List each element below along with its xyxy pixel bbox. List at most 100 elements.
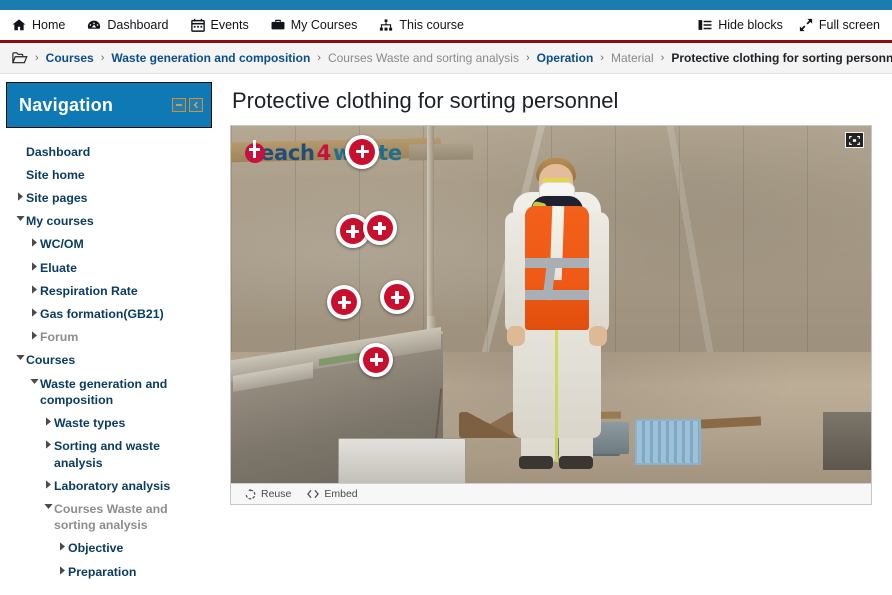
- sitemap-icon: [379, 18, 393, 32]
- breadcrumb-separator: ›: [100, 52, 105, 64]
- breadcrumb-item-courses[interactable]: Courses: [46, 51, 94, 65]
- hide-blocks-label: Hide blocks: [718, 17, 783, 32]
- nav-item-events[interactable]: Events: [190, 18, 249, 32]
- nav-tree-item[interactable]: Waste generation and composition: [6, 372, 212, 411]
- expand-arrows-icon: [799, 18, 813, 32]
- nav-tree-item[interactable]: Laboratory analysis: [6, 474, 212, 497]
- chevron-right-icon[interactable]: [28, 329, 40, 340]
- chevron-right-icon[interactable]: [28, 236, 40, 247]
- h5p-action-bar: Reuse Embed: [231, 483, 871, 504]
- nav-tree-item-label: Courses: [26, 353, 76, 368]
- full-screen-button[interactable]: Full screen: [799, 18, 880, 32]
- nav-tree-item[interactable]: WC/OM: [6, 233, 212, 256]
- chevron-right-icon[interactable]: [14, 190, 26, 201]
- embed-label: Embed: [324, 488, 358, 500]
- main-navbar: Home Dashboard Events My Courses This co: [0, 10, 892, 43]
- minus-box-icon[interactable]: [172, 98, 186, 112]
- nav-tree-item-label: Site home: [26, 167, 85, 182]
- breadcrumb-item-waste-generation[interactable]: Waste generation and composition: [111, 51, 310, 65]
- chevron-down-icon[interactable]: [14, 213, 26, 222]
- h5p-stage[interactable]: each 4 waste: [231, 126, 871, 483]
- reuse-label: Reuse: [261, 488, 292, 500]
- breadcrumb-separator: ›: [660, 52, 665, 64]
- chevron-down-icon[interactable]: [42, 501, 54, 510]
- chevron-right-icon[interactable]: [56, 564, 68, 575]
- nav-tree-item-label: Forum: [40, 330, 79, 345]
- nav-item-my-courses[interactable]: My Courses: [271, 17, 358, 32]
- chevron-down-icon[interactable]: [14, 352, 26, 361]
- nav-tree-item-label: Eluate: [40, 260, 77, 275]
- breadcrumb-separator: ›: [525, 52, 530, 64]
- calendar-icon: [190, 18, 205, 32]
- plus-icon: [384, 284, 411, 311]
- nav-tree-item-label: Courses Waste and sorting analysis: [54, 502, 168, 533]
- hide-blocks-icon: [698, 18, 712, 32]
- nav-item-this-course[interactable]: This course: [379, 18, 464, 32]
- nav-tree-item[interactable]: Courses Waste and sorting analysis: [6, 498, 212, 537]
- chevron-right-icon[interactable]: [42, 415, 54, 426]
- person-hand-right: [589, 326, 607, 346]
- nav-tree-item-label: Gas formation(GB21): [40, 307, 164, 322]
- chevron-right-icon[interactable]: [42, 478, 54, 489]
- full-screen-label: Full screen: [818, 17, 880, 32]
- person-boot-left: [519, 456, 553, 469]
- nav-tree-item[interactable]: Gas formation(GB21): [6, 303, 212, 326]
- folder-icon: [12, 51, 28, 65]
- navigation-block-header: Navigation: [7, 83, 211, 127]
- nav-tree-item[interactable]: Respiration Rate: [6, 279, 212, 302]
- plus-icon: [349, 138, 376, 165]
- chevron-right-icon[interactable]: [42, 438, 54, 449]
- nav-tree-item[interactable]: Eluate: [6, 256, 212, 279]
- person-hand-left: [507, 326, 525, 346]
- nav-tree-item[interactable]: Forum: [6, 326, 212, 349]
- fullscreen-icon[interactable]: [845, 132, 864, 148]
- nav-item-dashboard[interactable]: Dashboard: [87, 18, 169, 32]
- nav-tree-item[interactable]: Preparation: [6, 560, 212, 583]
- hotspot-right-shoulder[interactable]: [362, 211, 397, 246]
- chevron-right-icon[interactable]: [56, 540, 68, 552]
- nav-tree-item-label: Waste generation and composition: [40, 376, 168, 407]
- breadcrumb-item-operation[interactable]: Operation: [537, 51, 594, 65]
- sidebar: Navigation Dashboard Site home Site pages M…: [0, 74, 212, 595]
- briefcase-icon: [271, 18, 285, 32]
- nav-tree-item-label: My courses: [26, 214, 94, 229]
- hotspot-respirator-mask[interactable]: [345, 134, 380, 169]
- breadcrumb-item-material[interactable]: Material: [611, 51, 654, 65]
- chevron-down-icon[interactable]: [28, 376, 40, 385]
- nav-tree-item-label: Preparation: [68, 564, 137, 579]
- nav-tree-item[interactable]: My courses: [6, 210, 212, 233]
- chevron-right-icon[interactable]: [28, 260, 40, 271]
- nav-tree-item[interactable]: Objective: [6, 537, 212, 560]
- nav-item-home-label: Home: [32, 17, 66, 32]
- breadcrumb-item-courses-waste-sorting[interactable]: Courses Waste and sorting analysis: [328, 51, 519, 65]
- embed-button[interactable]: Embed: [307, 488, 358, 500]
- person-vest-reflective-band-upper: [525, 258, 589, 268]
- hide-blocks-button[interactable]: Hide blocks: [698, 18, 783, 32]
- nav-item-home[interactable]: Home: [12, 18, 65, 32]
- chevron-left-box-icon[interactable]: [189, 98, 203, 112]
- nav-tree-item-label: Sorting and waste analysis: [54, 439, 160, 470]
- nav-item-this-course-label: This course: [399, 17, 465, 32]
- navigation-block-controls: [172, 98, 203, 112]
- breadcrumb-separator: ›: [600, 52, 604, 64]
- dashboard-icon: [87, 18, 101, 32]
- nav-tree-item[interactable]: Courses: [6, 349, 212, 372]
- nav-tree-item[interactable]: Sorting and waste analysis: [6, 435, 212, 474]
- plus-icon: [331, 289, 358, 316]
- nav-tree-item[interactable]: Dashboard: [6, 140, 212, 163]
- nav-tree-item[interactable]: Site home: [6, 163, 212, 186]
- nav-tree-item[interactable]: Waste types: [6, 412, 212, 435]
- chevron-right-icon[interactable]: [28, 306, 40, 317]
- chevron-right-icon[interactable]: [28, 283, 40, 294]
- embed-icon: [307, 489, 320, 499]
- navbar-right-group: Hide blocks Full screen: [698, 18, 880, 32]
- scene-bin: [823, 412, 871, 470]
- navigation-block-title: Navigation: [19, 94, 114, 115]
- nav-item-my-courses-label: My Courses: [290, 17, 358, 32]
- nav-tree-item-label: Site pages: [26, 190, 88, 205]
- nav-tree-item-label: Dashboard: [26, 144, 91, 159]
- nav-tree-item[interactable]: Site pages: [6, 186, 212, 209]
- reuse-button[interactable]: Reuse: [245, 488, 291, 500]
- logo-t-mark: [245, 140, 265, 163]
- scene-metal-box: [338, 438, 466, 483]
